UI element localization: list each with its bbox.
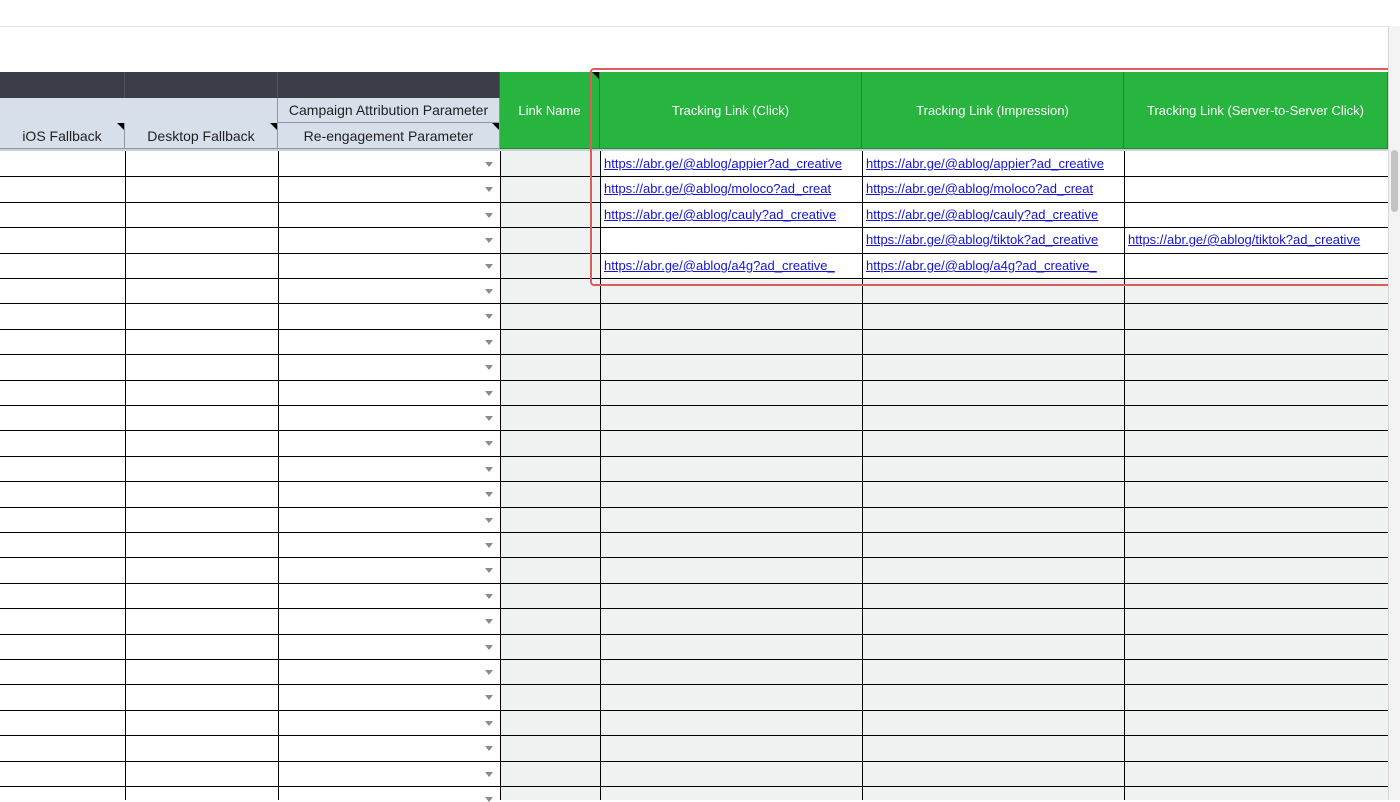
tracking-link-click[interactable]: https://abr.ge/@ablog/appier?ad_creative xyxy=(600,151,862,176)
dropdown-caret-icon[interactable] xyxy=(485,695,493,700)
column-header-label: Tracking Link (Server-to-Server Click) xyxy=(1147,102,1364,118)
grid-line-horizontal xyxy=(0,481,1388,482)
grid-line-horizontal xyxy=(0,202,1388,203)
dropdown-caret-icon[interactable] xyxy=(485,670,493,675)
tracking-link-s2s[interactable]: https://abr.ge/@ablog/tiktok?ad_creative xyxy=(1124,227,1388,252)
tracking-link-s2s xyxy=(1124,253,1388,278)
dropdown-caret-icon[interactable] xyxy=(485,416,493,421)
grid-line-horizontal xyxy=(0,278,1388,279)
column-header-label: Tracking Link (Click) xyxy=(671,102,790,118)
scrollbar-thumb[interactable] xyxy=(1391,150,1398,212)
dropdown-caret-icon[interactable] xyxy=(485,746,493,751)
column-header-label: Link Name xyxy=(518,102,581,118)
tracking-link-impression[interactable]: https://abr.ge/@ablog/tiktok?ad_creative xyxy=(862,227,1124,252)
grid-line-vertical xyxy=(600,151,601,800)
grid-line-horizontal xyxy=(0,735,1388,736)
grid-line-horizontal xyxy=(0,303,1388,304)
grid-line-horizontal xyxy=(0,507,1388,508)
column-header-tracking-click[interactable]: Tracking Link (Click) xyxy=(600,72,862,149)
grid-line-horizontal xyxy=(0,710,1388,711)
header-group-blank xyxy=(0,98,278,123)
grid-line-horizontal xyxy=(0,761,1388,762)
header-band-cell xyxy=(125,72,278,98)
tracking-link-impression[interactable]: https://abr.ge/@ablog/cauly?ad_creative xyxy=(862,202,1124,227)
column-header-link-name[interactable]: Link Name xyxy=(500,72,600,149)
dropdown-caret-icon[interactable] xyxy=(485,289,493,294)
header-group-label: Campaign Attribution Parameter xyxy=(288,102,489,118)
dropdown-caret-icon[interactable] xyxy=(485,543,493,548)
grid-line-vertical xyxy=(125,151,126,800)
grid-line-horizontal xyxy=(0,684,1388,685)
spreadsheet-grid: Campaign Attribution Parameter iOS Fallb… xyxy=(0,72,1388,802)
dropdown-caret-icon[interactable] xyxy=(485,340,493,345)
grid-line-horizontal xyxy=(0,176,1388,177)
header-band-cell xyxy=(0,72,125,98)
header-group-campaign-attribution[interactable]: Campaign Attribution Parameter xyxy=(278,98,500,123)
column-header-label: Desktop Fallback xyxy=(147,127,255,144)
tracking-link-impression[interactable]: https://abr.ge/@ablog/a4g?ad_creative_ xyxy=(862,253,1124,278)
tracking-link-s2s xyxy=(1124,202,1388,227)
grid-line-vertical xyxy=(862,151,863,800)
dropdown-caret-icon[interactable] xyxy=(485,441,493,446)
grid-line-horizontal xyxy=(0,329,1388,330)
dropdown-caret-icon[interactable] xyxy=(485,264,493,269)
dropdown-caret-icon[interactable] xyxy=(485,213,493,218)
grid-line-horizontal xyxy=(0,253,1388,254)
dropdown-caret-icon[interactable] xyxy=(485,518,493,523)
tracking-link-click[interactable]: https://abr.ge/@ablog/a4g?ad_creative_ xyxy=(600,253,862,278)
column-header-ios-fallback[interactable]: iOS Fallback xyxy=(0,123,125,149)
dropdown-caret-icon[interactable] xyxy=(485,568,493,573)
top-toolbar xyxy=(0,0,1400,27)
header-band-cell xyxy=(278,72,500,98)
grid-line-horizontal xyxy=(0,557,1388,558)
tracking-columns-body xyxy=(600,280,1388,800)
dropdown-caret-icon[interactable] xyxy=(485,772,493,777)
grid-line-horizontal xyxy=(0,786,1388,787)
column-header-tracking-impression[interactable]: Tracking Link (Impression) xyxy=(862,72,1124,149)
grid-line-horizontal xyxy=(0,634,1388,635)
column-header-label: iOS Fallback xyxy=(22,127,102,144)
column-header-reengagement-parameter[interactable]: Re-engagement Parameter xyxy=(278,123,500,149)
grid-line-horizontal xyxy=(0,354,1388,355)
grid-line-horizontal xyxy=(0,659,1388,660)
link-name-column-body xyxy=(500,151,600,800)
column-header-label: Tracking Link (Impression) xyxy=(916,102,1069,118)
grid-line-horizontal xyxy=(0,532,1388,533)
dropdown-caret-icon[interactable] xyxy=(485,721,493,726)
grid-line-horizontal xyxy=(0,405,1388,406)
grid-line-vertical xyxy=(500,151,501,800)
grid-line-horizontal xyxy=(0,608,1388,609)
dropdown-caret-icon[interactable] xyxy=(485,492,493,497)
tracking-link-impression[interactable]: https://abr.ge/@ablog/moloco?ad_creat xyxy=(862,176,1124,201)
grid-line-horizontal xyxy=(0,456,1388,457)
dropdown-caret-icon[interactable] xyxy=(485,391,493,396)
grid-line-horizontal xyxy=(0,380,1388,381)
tracking-link-s2s xyxy=(1124,176,1388,201)
tracking-link-click xyxy=(600,227,862,252)
dropdown-caret-icon[interactable] xyxy=(485,162,493,167)
tracking-link-click[interactable]: https://abr.ge/@ablog/moloco?ad_creat xyxy=(600,176,862,201)
dropdown-caret-icon[interactable] xyxy=(485,365,493,370)
vertical-scrollbar[interactable] xyxy=(1388,26,1400,800)
column-header-desktop-fallback[interactable]: Desktop Fallback xyxy=(125,123,278,149)
column-header-tracking-s2s-click[interactable]: Tracking Link (Server-to-Server Click) xyxy=(1124,72,1388,149)
column-header-label: Re-engagement Parameter xyxy=(303,127,474,144)
dropdown-caret-icon[interactable] xyxy=(485,314,493,319)
dropdown-caret-icon[interactable] xyxy=(485,467,493,472)
dropdown-caret-icon[interactable] xyxy=(485,238,493,243)
dropdown-caret-icon[interactable] xyxy=(485,645,493,650)
grid-line-horizontal xyxy=(0,583,1388,584)
grid-line-vertical xyxy=(278,151,279,800)
dropdown-caret-icon[interactable] xyxy=(485,187,493,192)
dropdown-caret-icon[interactable] xyxy=(485,619,493,624)
grid-line-horizontal xyxy=(0,227,1388,228)
tracking-link-s2s xyxy=(1124,151,1388,176)
grid-line-vertical xyxy=(1124,151,1125,800)
tracking-link-click[interactable]: https://abr.ge/@ablog/cauly?ad_creative xyxy=(600,202,862,227)
grid-line-horizontal xyxy=(0,430,1388,431)
tracking-link-impression[interactable]: https://abr.ge/@ablog/appier?ad_creative xyxy=(862,151,1124,176)
dropdown-caret-icon[interactable] xyxy=(485,594,493,599)
